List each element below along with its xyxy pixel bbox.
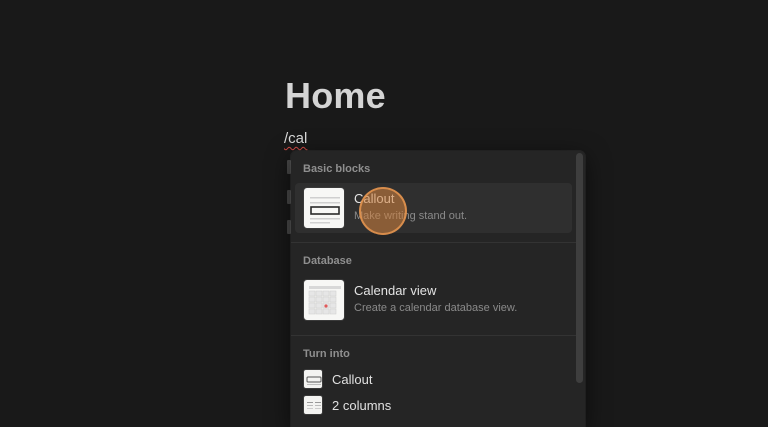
section-divider [291,335,576,336]
slash-command-menu: Basic blocks Callout Make writing stand … [291,151,585,427]
section-label-turn-into: Turn into [303,348,350,360]
menu-item-calendar-view[interactable]: Calendar view Create a calendar database… [295,275,572,325]
section-label-database: Database [303,255,352,267]
section-divider [291,242,576,243]
page-title[interactable]: Home [285,75,386,117]
callout-icon [303,369,323,389]
notion-page: Home /cal Basic blocks Callout Make writ… [0,0,768,427]
menu-item-title: Calendar view [354,283,437,298]
menu-item-title: Callout [354,191,395,206]
editor-command-line[interactable]: /cal [284,130,307,147]
callout-icon [303,187,345,229]
menu-scrollbar-thumb[interactable] [576,153,583,383]
slash-command-text[interactable]: /cal [284,130,307,147]
section-label-basic-blocks: Basic blocks [303,163,371,175]
menu-item-description: Make writing stand out. [354,210,468,222]
menu-item-title: Callout [332,372,373,387]
menu-item-callout[interactable]: Callout Make writing stand out. [295,183,572,233]
calendar-icon [303,279,345,321]
menu-item-title: 2 columns [332,398,392,413]
columns-icon [303,395,323,415]
menu-item-turn-into-2-columns[interactable]: 2 columns [295,394,572,418]
menu-item-turn-into-callout[interactable]: Callout [295,368,572,392]
menu-scrollbar[interactable] [575,151,583,427]
menu-item-description: Create a calendar database view. [354,302,518,314]
